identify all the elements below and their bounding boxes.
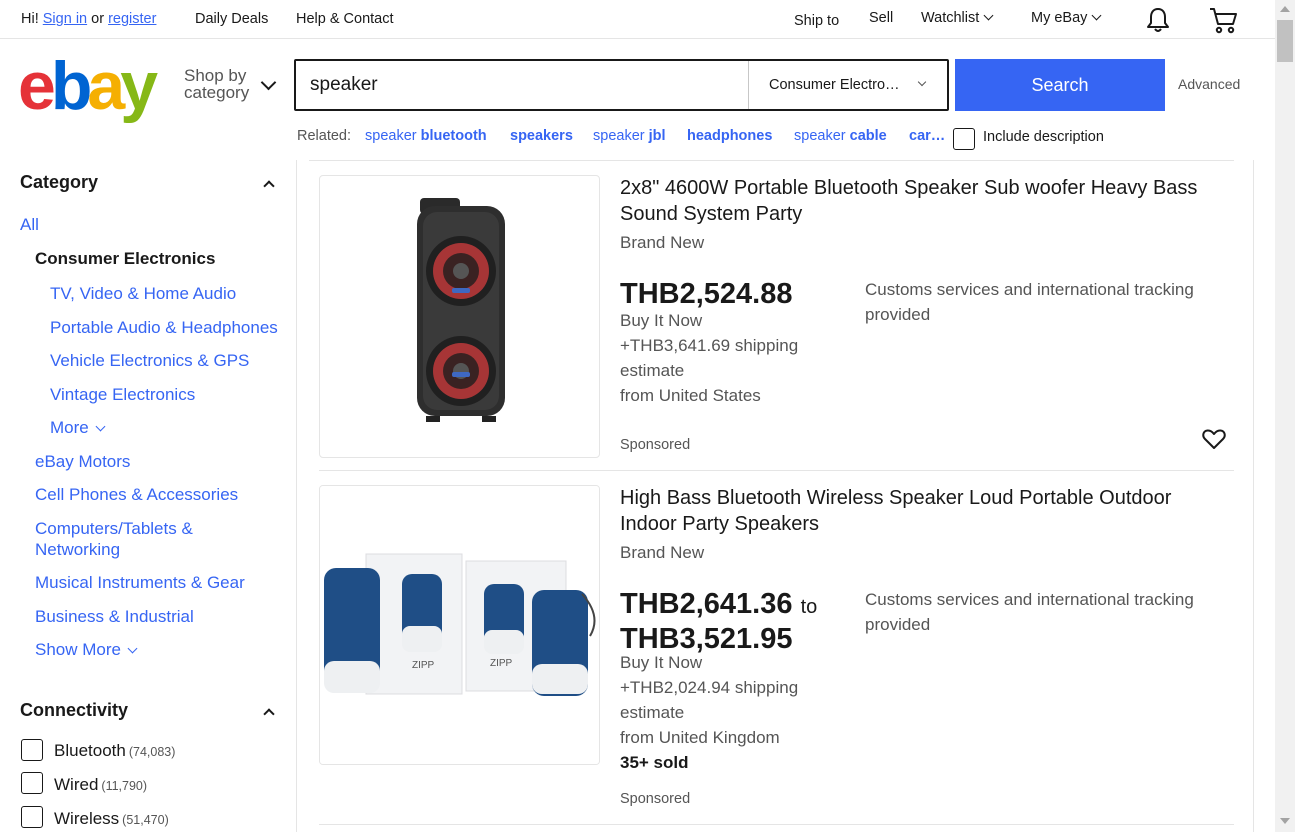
buy-format: Buy It Now <box>620 653 703 672</box>
advanced-search-link[interactable]: Advanced <box>1178 76 1240 92</box>
related-link[interactable]: headphones <box>687 128 772 144</box>
top-nav: Hi! Sign in or register Daily Deals Help… <box>0 0 1275 39</box>
chevron-down-icon <box>95 421 106 432</box>
sidebar-item[interactable]: Musical Instruments & Gear <box>35 572 245 593</box>
sidebar-item[interactable]: Business & Industrial <box>35 606 194 627</box>
customs-info: Customs services and international track… <box>865 280 1194 324</box>
wired-label: Wired (11,790) <box>54 775 148 794</box>
divider <box>319 470 1234 471</box>
related-link[interactable]: car… <box>909 128 945 144</box>
sponsored-label: Sponsored <box>620 437 691 453</box>
sidebar-item[interactable]: eBay Motors <box>35 451 130 472</box>
related-link[interactable]: speaker bluetooth <box>365 128 487 144</box>
wired-checkbox[interactable] <box>21 772 43 794</box>
divider <box>309 160 1234 161</box>
sidebar-more-button[interactable]: More <box>50 417 106 438</box>
sidebar-item[interactable]: Cell Phones & Accessories <box>35 484 238 505</box>
item-price: THB2,524.88 <box>620 278 793 310</box>
my-ebay-label: My eBay <box>1031 10 1088 26</box>
item-details: Buy It Now +THB3,641.69 shipping estimat… <box>620 308 798 408</box>
search-bar: Consumer Electro… <box>294 59 949 111</box>
scrollbar[interactable] <box>1275 0 1295 832</box>
include-description-label: Include description <box>983 129 1104 145</box>
chevron-up-icon[interactable] <box>263 708 275 720</box>
scroll-down-arrow-icon[interactable] <box>1280 818 1290 824</box>
product-image[interactable] <box>319 175 600 458</box>
product-image[interactable]: ZIPP ZIPP <box>319 485 600 765</box>
item-location: from United Kingdom <box>620 728 780 747</box>
box-label: ZIPP <box>490 658 513 669</box>
sidebar-subitem[interactable]: Portable Audio & Headphones <box>50 317 278 338</box>
chevron-up-icon[interactable] <box>263 180 275 192</box>
list-item: 2x8" 4600W Portable Bluetooth Speaker Su… <box>319 175 1234 471</box>
sponsored-label: Sponsored <box>620 791 691 807</box>
divider <box>319 824 1234 825</box>
customs-info: Customs services and international track… <box>865 590 1194 634</box>
shipping-cost: +THB2,024.94 shipping <box>620 678 799 697</box>
my-ebay-menu[interactable]: My eBay <box>1031 10 1102 26</box>
list-item: ZIPP ZIPP High Bass Bluetooth Wireless S… <box>319 485 1234 815</box>
chevron-down-icon <box>917 77 927 87</box>
ebay-logo[interactable]: ebay <box>18 52 158 120</box>
item-condition: Brand New <box>620 233 705 252</box>
related-label: Related: <box>297 128 352 144</box>
scroll-up-arrow-icon[interactable] <box>1280 6 1290 12</box>
price-low: THB2,641.36 <box>620 588 793 620</box>
chevron-down-icon <box>127 643 138 654</box>
shipping-estimate: estimate <box>620 703 685 722</box>
category-heading: Category <box>20 172 99 192</box>
watchlist-label: Watchlist <box>921 10 980 26</box>
connectivity-heading: Connectivity <box>20 700 129 720</box>
ship-to-button[interactable]: Ship to <box>794 13 839 29</box>
include-description-checkbox[interactable] <box>953 128 975 150</box>
item-title-link[interactable]: High Bass Bluetooth Wireless Speaker Lou… <box>620 485 1230 537</box>
sidebar-show-more-button[interactable]: Show More <box>35 639 138 660</box>
buy-format: Buy It Now <box>620 311 703 330</box>
cart-icon[interactable] <box>1208 6 1238 38</box>
wireless-label: Wireless (51,470) <box>54 809 169 828</box>
sidebar-subitem[interactable]: Vintage Electronics <box>50 384 195 405</box>
related-link[interactable]: speaker jbl <box>593 128 666 144</box>
category-select[interactable]: Consumer Electro… <box>748 61 947 109</box>
bluetooth-checkbox[interactable] <box>21 739 43 761</box>
shipping-cost: +THB3,641.69 shipping <box>620 336 799 355</box>
item-location: from United States <box>620 386 761 405</box>
price-to: to <box>800 596 818 618</box>
sidebar-item[interactable]: Networking <box>35 539 120 560</box>
shipping-estimate: estimate <box>620 361 685 380</box>
related-link[interactable]: speakers <box>510 128 573 144</box>
sidebar-subitem[interactable]: Vehicle Electronics & GPS <box>50 350 249 371</box>
results-list: 2x8" 4600W Portable Bluetooth Speaker Su… <box>296 160 1254 832</box>
sidebar-subitem[interactable]: TV, Video & Home Audio <box>50 283 236 304</box>
box-label: ZIPP <box>412 660 435 671</box>
sidebar-item-all[interactable]: All <box>20 214 39 235</box>
related-link[interactable]: speaker cable <box>794 128 887 144</box>
item-price-range: THB2,641.36 to THB3,521.95 <box>620 588 817 655</box>
sold-count: 35+ sold <box>620 753 689 772</box>
shop-by-category-button[interactable]: Shop by category <box>184 67 249 101</box>
item-condition: Brand New <box>620 543 705 562</box>
sidebar-item[interactable]: Computers/Tablets & <box>35 518 193 539</box>
wireless-checkbox[interactable] <box>21 806 43 828</box>
bluetooth-label: Bluetooth (74,083) <box>54 741 176 760</box>
search-button[interactable]: Search <box>955 59 1165 111</box>
daily-deals-link[interactable]: Daily Deals <box>195 11 268 27</box>
item-details: Buy It Now +THB2,024.94 shipping estimat… <box>620 650 798 750</box>
help-contact-link[interactable]: Help & Contact <box>296 11 394 27</box>
chevron-down-icon <box>983 10 994 21</box>
sign-in-link[interactable]: Sign in <box>43 11 87 27</box>
search-input[interactable] <box>296 61 748 109</box>
register-link[interactable]: register <box>108 11 156 27</box>
chevron-down-icon <box>260 74 277 91</box>
sidebar: Category All Consumer Electronics TV, Vi… <box>0 160 296 832</box>
watchlist-menu[interactable]: Watchlist <box>921 10 994 26</box>
chevron-down-icon <box>1091 10 1102 21</box>
sidebar-item-current: Consumer Electronics <box>35 249 216 268</box>
item-title-link[interactable]: 2x8" 4600W Portable Bluetooth Speaker Su… <box>620 175 1230 227</box>
heart-icon[interactable] <box>1202 428 1226 455</box>
scrollbar-thumb[interactable] <box>1277 20 1293 62</box>
greeting-text: Hi! Sign in or register <box>21 11 157 27</box>
sell-link[interactable]: Sell <box>869 10 893 26</box>
bell-icon[interactable] <box>1145 6 1171 38</box>
